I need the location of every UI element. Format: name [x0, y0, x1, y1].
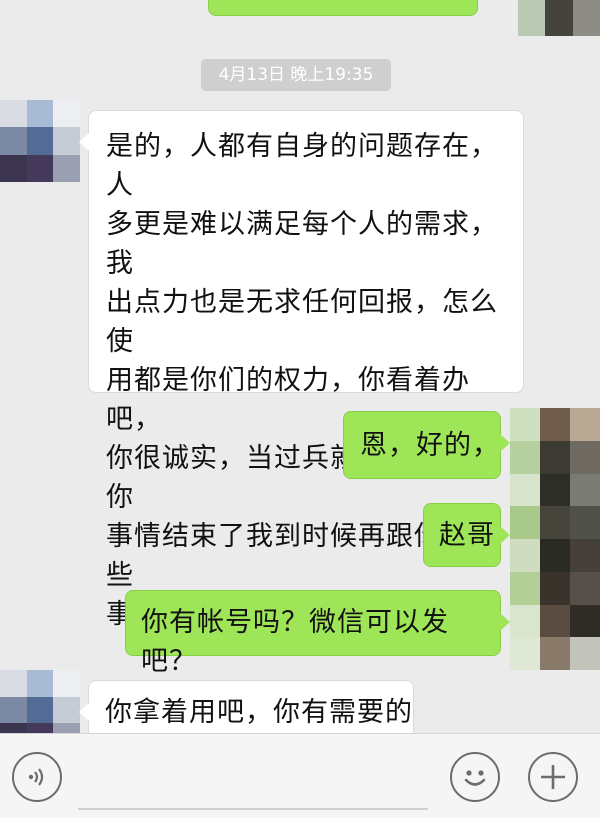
message-text: 恩，好的， [360, 430, 500, 461]
voice-icon[interactable] [12, 752, 62, 802]
chat-screen: 4月13日 晚上19:35 是的，人都有自身的问题存在，人 多更是难以满足每个人… [0, 0, 600, 818]
message-text: 赵哥 [439, 520, 495, 551]
timestamp: 4月13日 晚上19:35 [201, 59, 391, 91]
message-line: 出点力也是无求任何回报，怎么使 [106, 287, 498, 357]
message-text: 你拿着用吧，你有需要的 [105, 697, 413, 728]
message-bubble-cut-off[interactable] [208, 0, 478, 16]
message-input[interactable] [78, 808, 428, 810]
plus-icon[interactable] [528, 752, 578, 802]
contact-avatar[interactable] [0, 100, 80, 182]
message-bubble-received[interactable]: 是的，人都有自身的问题存在，人 多更是难以满足每个人的需求，我 出点力也是无求任… [79, 110, 524, 630]
emoji-icon[interactable] [450, 752, 500, 802]
avatar-cut-off[interactable] [518, 0, 600, 36]
message-line: 是的，人都有自身的问题存在，人 [106, 131, 498, 201]
my-avatar[interactable] [510, 408, 600, 670]
message-bubble-sent[interactable]: 恩，好的， [343, 411, 510, 479]
message-bubble-sent[interactable]: 你有帐号吗？微信可以发吧？ [125, 590, 510, 677]
input-toolbar [0, 733, 600, 818]
message-bubble-sent[interactable]: 赵哥 [423, 503, 510, 567]
message-line: 多更是难以满足每个人的需求，我 [106, 209, 498, 279]
message-text: 你有帐号吗？微信可以发吧？ [141, 607, 449, 677]
